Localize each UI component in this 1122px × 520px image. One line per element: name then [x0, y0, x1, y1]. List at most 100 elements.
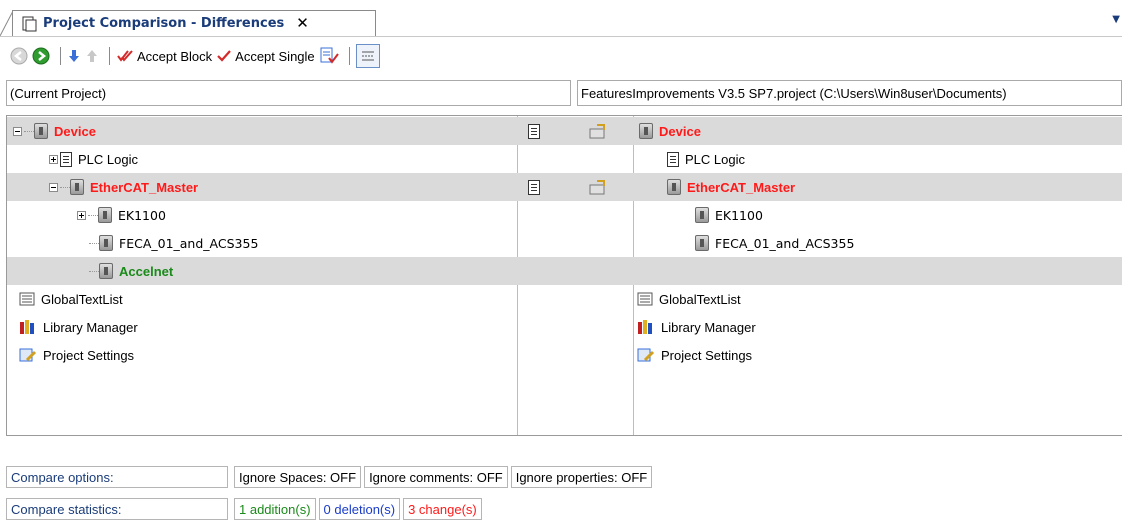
ignore-properties-option: Ignore properties: OFF [510, 466, 653, 488]
document-check-icon [320, 47, 339, 64]
accept-block-label: Accept Block [137, 48, 213, 64]
deletions-count: 0 deletion(s) [318, 498, 401, 520]
back-button[interactable] [10, 44, 28, 68]
forward-button[interactable] [32, 44, 50, 68]
library-icon [638, 320, 652, 334]
left-ek1100-label: EK1100 [118, 207, 166, 223]
close-icon[interactable]: ✕ [296, 16, 309, 31]
right-global-text-list-label: GlobalTextList [659, 291, 741, 307]
left-feca-label: FECA_01_and_ACS355 [119, 235, 259, 251]
left-node-accelnet[interactable]: Accelnet [89, 257, 173, 285]
properties-edit-icon[interactable] [589, 117, 607, 145]
device-icon [98, 207, 112, 223]
right-node-feca[interactable]: FECA_01_and_ACS355 [695, 229, 854, 257]
accept-properties-button[interactable] [319, 44, 339, 68]
tab-dropdown-icon[interactable]: ▼ [1112, 14, 1120, 25]
plc-logic-icon [667, 151, 679, 167]
right-plc-logic-label: PLC Logic [685, 151, 745, 167]
settings-icon [19, 348, 37, 362]
tab-title: Project Comparison - Differences [43, 16, 285, 31]
tab-project-comparison[interactable]: Project Comparison - Differences ✕ [12, 10, 376, 36]
left-global-text-list-label: GlobalTextList [41, 291, 123, 307]
right-ethercat-master-label: EtherCAT_Master [687, 179, 796, 195]
left-node-device[interactable]: Device [13, 117, 96, 145]
right-node-plc-logic[interactable]: PLC Logic [667, 145, 745, 173]
right-node-library-manager[interactable]: Library Manager [637, 313, 756, 341]
device-icon [695, 207, 709, 223]
device-icon [34, 123, 48, 139]
accept-block-button[interactable]: Accept Block [116, 44, 212, 68]
properties-doc-icon[interactable] [528, 173, 540, 201]
device-icon [695, 235, 709, 251]
collapse-icon[interactable] [49, 182, 58, 192]
back-arrow-icon [10, 47, 28, 65]
left-node-library-manager[interactable]: Library Manager [19, 313, 138, 341]
changes-count: 3 change(s) [403, 498, 482, 520]
text-list-icon [637, 292, 653, 306]
device-icon [99, 235, 113, 251]
left-library-manager-label: Library Manager [43, 319, 138, 335]
left-project-path: (Current Project) [6, 80, 571, 106]
forward-arrow-icon [32, 47, 50, 65]
left-node-ethercat-master[interactable]: EtherCAT_Master [49, 173, 198, 201]
left-node-ek1100[interactable]: EK1100 [77, 201, 166, 229]
ignore-comments-option: Ignore comments: OFF [364, 466, 508, 488]
compare-statistics-label: Compare statistics: [6, 498, 228, 520]
right-feca-label: FECA_01_and_ACS355 [715, 235, 855, 251]
toolbar: Accept Block Accept Single [0, 37, 1122, 75]
right-node-ek1100[interactable]: EK1100 [695, 201, 763, 229]
right-library-manager-label: Library Manager [661, 319, 756, 335]
accept-single-button[interactable]: Accept Single [216, 44, 315, 68]
left-node-plc-logic[interactable]: PLC Logic [49, 145, 138, 173]
toolbar-separator [348, 47, 350, 65]
tree-row-library-manager[interactable]: Library Manager Library Manager [7, 313, 1122, 341]
library-icon [20, 320, 34, 334]
toolbar-separator [109, 47, 110, 65]
tree-row-global-text-list[interactable]: GlobalTextList GlobalTextList [7, 285, 1122, 313]
device-icon [667, 179, 681, 195]
properties-doc-icon[interactable] [528, 117, 540, 145]
left-project-settings-label: Project Settings [43, 347, 135, 363]
left-node-project-settings[interactable]: Project Settings [19, 341, 134, 369]
comparison-tree: Device Device PLC Logic PLC Logic EtherC… [6, 115, 1122, 436]
right-node-ethercat-master[interactable]: EtherCAT_Master [667, 173, 795, 201]
tree-row-device[interactable]: Device Device [7, 117, 1122, 145]
expand-icon[interactable] [77, 210, 86, 220]
tree-row-project-settings[interactable]: Project Settings Project Settings [7, 341, 1122, 369]
right-node-device[interactable]: Device [639, 117, 701, 145]
tree-row-ethercat-master[interactable]: EtherCAT_Master EtherCAT_Master [7, 173, 1122, 201]
device-icon [99, 263, 113, 279]
check-icon [217, 50, 231, 62]
show-differences-only-toggle[interactable] [355, 44, 380, 68]
tree-row-accelnet[interactable]: Accelnet [7, 257, 1122, 285]
text-list-icon [19, 292, 35, 306]
right-project-settings-label: Project Settings [661, 347, 753, 363]
right-project-path: FeaturesImprovements V3.5 SP7.project (C… [577, 80, 1122, 106]
tree-row-plc-logic[interactable]: PLC Logic PLC Logic [7, 145, 1122, 173]
expand-icon[interactable] [49, 154, 58, 164]
next-difference-button[interactable] [67, 44, 81, 68]
tab-bar: Project Comparison - Differences ✕ ▼ [0, 0, 1122, 37]
tree-row-ek1100[interactable]: EK1100 EK1100 [7, 201, 1122, 229]
previous-difference-button[interactable] [85, 44, 99, 68]
collapse-icon[interactable] [13, 126, 22, 136]
ignore-spaces-option: Ignore Spaces: OFF [234, 466, 362, 488]
left-accelnet-label: Accelnet [119, 263, 174, 279]
additions-count: 1 addition(s) [234, 498, 316, 520]
device-icon [639, 123, 653, 139]
left-ethercat-master-label: EtherCAT_Master [90, 179, 199, 195]
arrow-down-icon [69, 50, 79, 62]
tree-row-feca[interactable]: FECA_01_and_ACS355 FECA_01_and_ACS355 [7, 229, 1122, 257]
settings-icon [637, 348, 655, 362]
left-node-feca[interactable]: FECA_01_and_ACS355 [89, 229, 258, 257]
right-ek1100-label: EK1100 [715, 207, 763, 223]
plc-logic-icon [60, 151, 72, 167]
properties-edit-icon[interactable] [589, 173, 607, 201]
toolbar-separator [60, 47, 61, 65]
right-node-global-text-list[interactable]: GlobalTextList [637, 285, 741, 313]
compare-options-label: Compare options: [6, 466, 228, 488]
left-device-label: Device [54, 123, 96, 139]
left-node-global-text-list[interactable]: GlobalTextList [19, 285, 123, 313]
right-device-label: Device [659, 123, 701, 139]
right-node-project-settings[interactable]: Project Settings [637, 341, 752, 369]
